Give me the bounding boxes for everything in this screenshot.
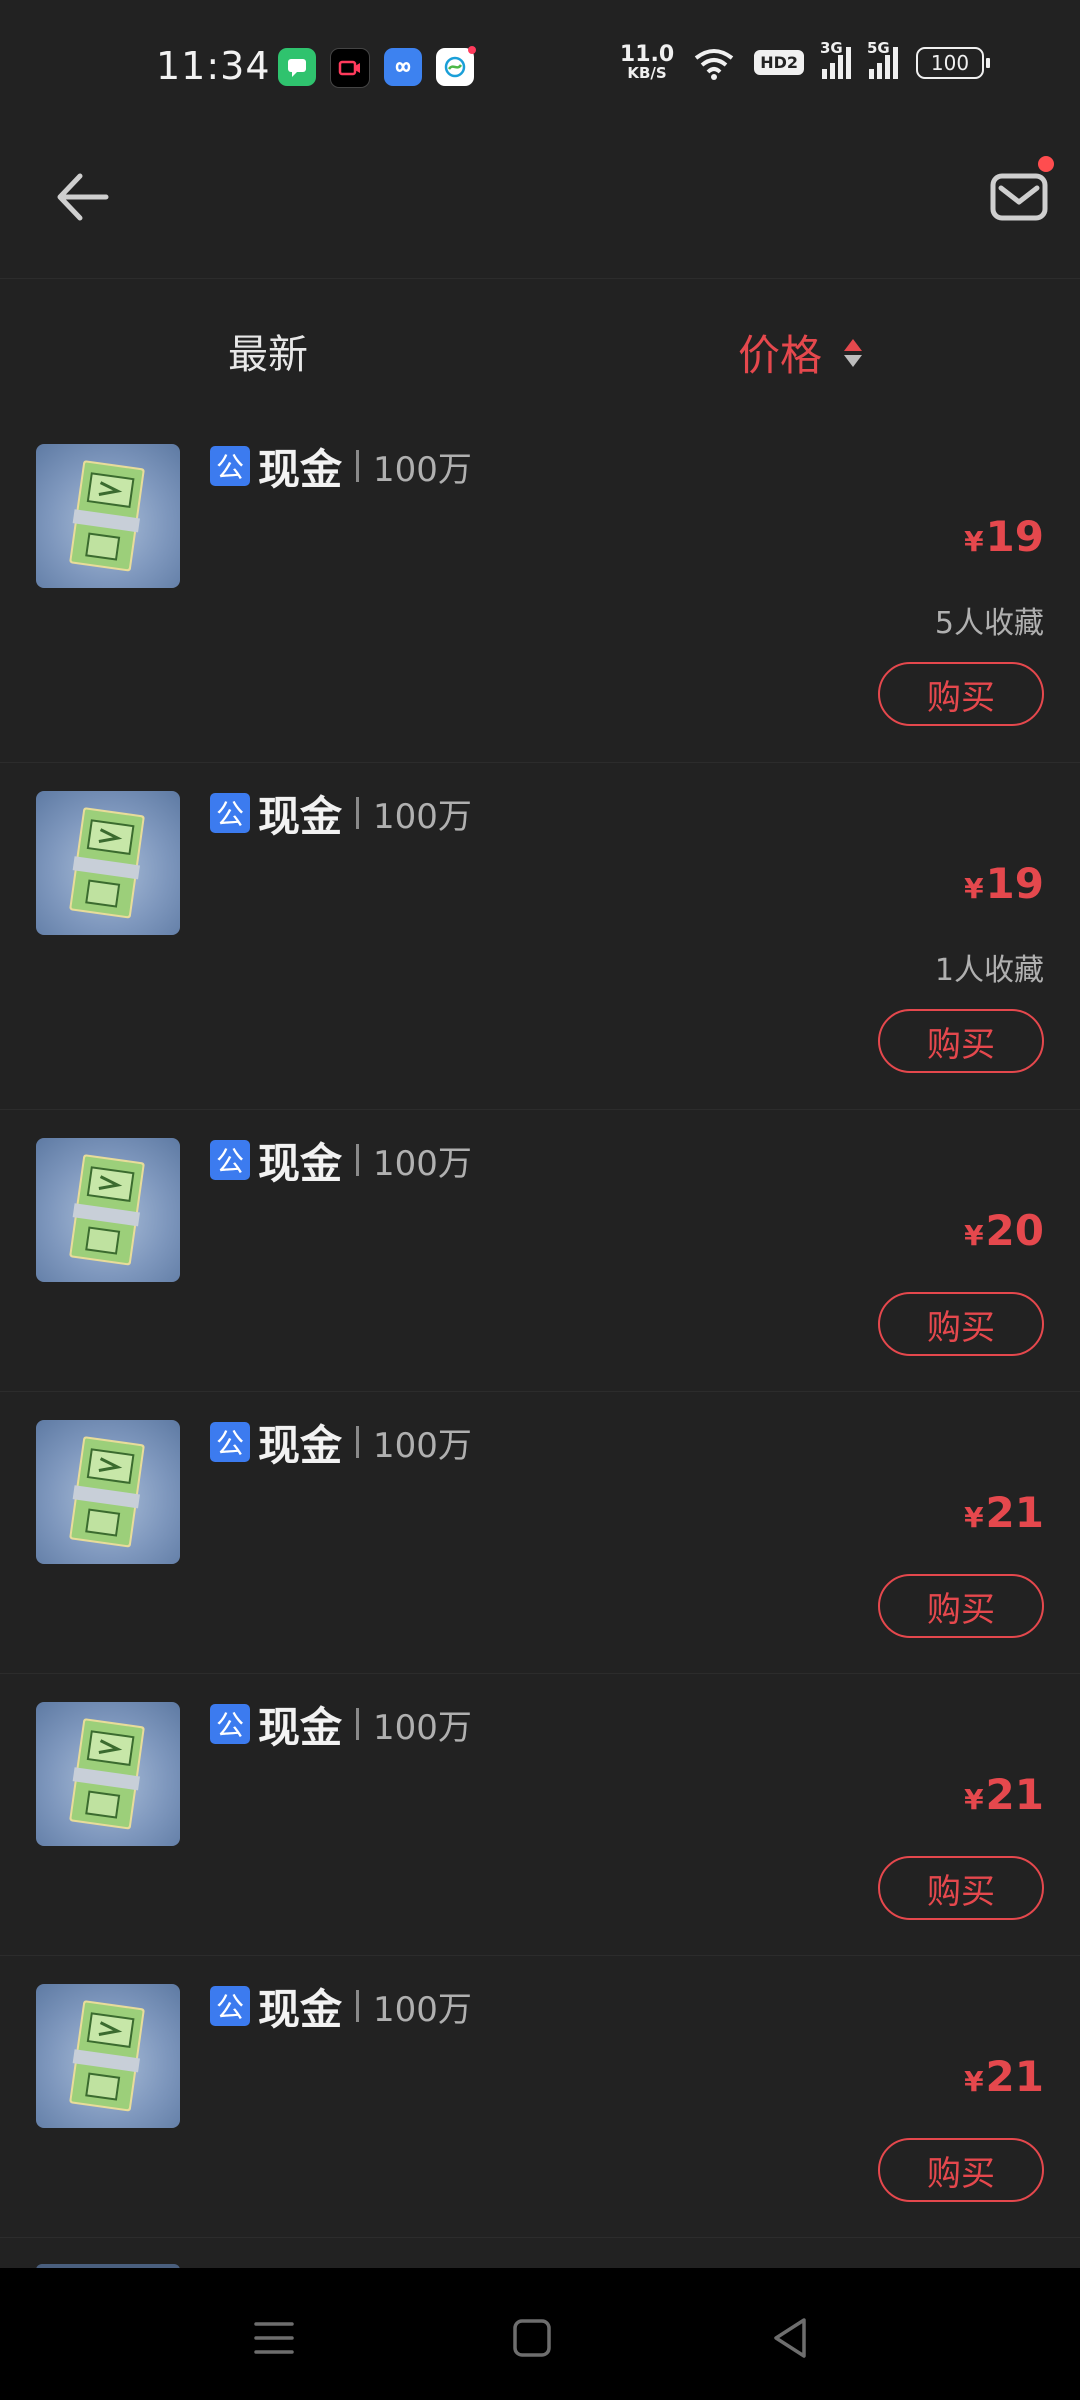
buy-button[interactable]: 购买 — [878, 1292, 1044, 1356]
battery-icon: 100 — [916, 46, 990, 79]
item-quantity: 100万 — [373, 796, 472, 837]
video-icon — [330, 48, 370, 88]
item-quantity: 100万 — [373, 1143, 472, 1184]
cash-item-image — [36, 444, 180, 588]
hd-voice-icon: HD2 — [754, 50, 804, 75]
menu-button[interactable] — [244, 2308, 304, 2368]
list-item[interactable]: 公 现金 100万 ¥19 5人收藏 购买 — [0, 416, 1080, 763]
list-item[interactable]: 公 现金 100万 ¥21 购买 — [0, 1956, 1080, 2238]
favorites-count: 5人收藏 — [934, 606, 1044, 641]
network-speed: 11.0 KB/S — [619, 42, 675, 82]
item-title: 公 现金 100万 — [210, 1700, 472, 1752]
divider — [356, 1708, 360, 1740]
wifi-icon — [694, 48, 734, 80]
home-button[interactable] — [502, 2308, 562, 2368]
item-name: 现金 — [258, 444, 343, 494]
item-price: ¥21 — [964, 2052, 1044, 2101]
item-name: 现金 — [258, 1984, 343, 2034]
item-price: ¥21 — [964, 1488, 1044, 1537]
item-title: 公 现金 100万 — [210, 1418, 472, 1470]
item-title: 公 现金 100万 — [210, 1982, 472, 2034]
public-badge: 公 — [210, 446, 250, 486]
buy-button[interactable]: 购买 — [878, 662, 1044, 726]
item-name: 现金 — [258, 1420, 343, 1470]
clock: 11:34 — [156, 44, 271, 88]
messages-icon — [278, 48, 316, 86]
buy-button[interactable]: 购买 — [878, 1856, 1044, 1920]
back-triangle-icon — [774, 2318, 806, 2358]
back-nav-button[interactable] — [760, 2308, 820, 2368]
item-title: 公 现金 100万 — [210, 442, 472, 494]
item-price: ¥20 — [964, 1206, 1044, 1255]
item-price: ¥19 — [964, 859, 1044, 908]
signal-5g-icon: 5G — [867, 39, 898, 79]
item-title: 公 现金 100万 — [210, 789, 472, 841]
item-name: 现金 — [258, 791, 343, 841]
item-quantity: 100万 — [373, 1707, 472, 1748]
list-item[interactable]: 公 现金 100万 ¥21 购买 — [0, 1392, 1080, 1674]
divider — [356, 1144, 360, 1176]
mail-icon — [990, 173, 1048, 221]
list-item[interactable]: 公 现金 100万 ¥20 购买 — [0, 1110, 1080, 1392]
buy-button[interactable]: 购买 — [878, 1009, 1044, 1073]
item-price: ¥19 — [964, 512, 1044, 561]
item-name: 现金 — [258, 1138, 343, 1188]
menu-icon — [254, 2322, 294, 2354]
system-status: 11.0 KB/S HD2 3G 5G 100 — [619, 39, 990, 82]
public-badge: 公 — [210, 1986, 250, 2026]
sort-bar: 最新 价格 — [0, 278, 1080, 418]
home-icon — [513, 2319, 551, 2357]
sort-latest-tab[interactable]: 最新 — [228, 322, 308, 380]
notification-dot — [1038, 156, 1054, 172]
public-badge: 公 — [210, 1422, 250, 1462]
system-nav-bar — [0, 2268, 1080, 2400]
top-bar — [0, 136, 1080, 279]
list-item[interactable]: 公 现金 100万 ¥21 购买 — [0, 1674, 1080, 1956]
back-button[interactable] — [50, 162, 120, 232]
signal-3g-icon: 3G — [820, 39, 851, 79]
item-title: 公 现金 100万 — [210, 1136, 472, 1188]
cash-item-image — [36, 1138, 180, 1282]
buy-button[interactable]: 购买 — [878, 2138, 1044, 2202]
favorites-count: 1人收藏 — [934, 953, 1044, 988]
cash-item-image — [36, 1420, 180, 1564]
sort-arrows-icon — [844, 338, 863, 367]
divider — [356, 1990, 360, 2022]
divider — [356, 450, 360, 482]
cash-item-image — [36, 1702, 180, 1846]
item-quantity: 100万 — [373, 1425, 472, 1466]
arrow-left-icon — [57, 173, 109, 221]
listing-list: 公 现金 100万 ¥19 5人收藏 购买 公 现金 100万 ¥19 1人收藏… — [0, 416, 1080, 2238]
cash-item-image — [36, 1984, 180, 2128]
public-badge: 公 — [210, 793, 250, 833]
public-badge: 公 — [210, 1140, 250, 1180]
mobile-carrier-icon — [436, 46, 476, 86]
list-item[interactable]: 公 现金 100万 ¥19 1人收藏 购买 — [0, 763, 1080, 1110]
divider — [356, 1426, 360, 1458]
public-badge: 公 — [210, 1704, 250, 1744]
sort-price-label: 价格 — [738, 331, 823, 380]
divider — [356, 797, 360, 829]
cash-item-image — [36, 791, 180, 935]
sort-price-tab[interactable]: 价格 — [738, 322, 863, 383]
buy-button[interactable]: 购买 — [878, 1574, 1044, 1638]
infinity-app-icon — [384, 48, 422, 86]
status-bar: 11:34 11.0 KB/S HD2 3G 5G 100 — [0, 0, 1080, 136]
item-quantity: 100万 — [373, 1989, 472, 2030]
item-price: ¥21 — [964, 1770, 1044, 1819]
notification-icons — [278, 46, 476, 88]
item-name: 现金 — [258, 1702, 343, 1752]
item-quantity: 100万 — [373, 449, 472, 490]
mail-button[interactable] — [985, 162, 1055, 232]
